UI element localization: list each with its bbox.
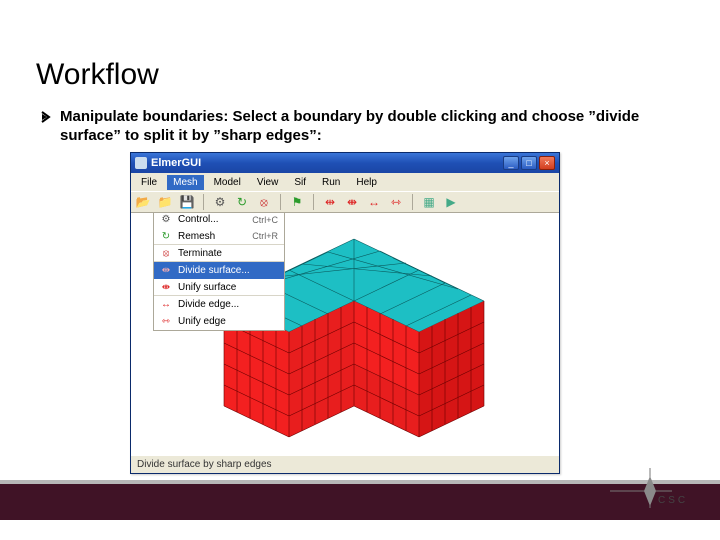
menu-shortcut: Ctrl+C — [252, 215, 278, 225]
save-icon[interactable]: 💾 — [179, 194, 195, 210]
maximize-button[interactable]: □ — [521, 156, 537, 170]
app-icon — [135, 157, 147, 169]
gear-icon: ⚙ — [160, 214, 172, 226]
menu-item-label: Unify edge — [178, 316, 226, 327]
divide-surf-icon[interactable]: ⇹ — [322, 194, 338, 210]
unify-surf-icon[interactable]: ⇼ — [344, 194, 360, 210]
slide-title: Workflow — [36, 58, 159, 92]
unify-icon: ⇿ — [160, 316, 172, 328]
menu-item-label: Divide edge... — [178, 299, 239, 310]
menu-model[interactable]: Model — [208, 175, 247, 190]
menu-item-label: Unify surface — [178, 282, 236, 293]
run-icon[interactable]: ▶ — [443, 194, 459, 210]
csc-logo: CSC — [610, 468, 690, 514]
close-button[interactable]: × — [539, 156, 555, 170]
menu-help[interactable]: Help — [350, 175, 383, 190]
status-text: Divide surface by sharp edges — [137, 459, 272, 470]
toolbar-separator — [313, 194, 314, 210]
doc-icon[interactable]: ▦ — [421, 194, 437, 210]
menubar: File Mesh Model View Sif Run Help — [131, 173, 559, 191]
toolbar-separator — [203, 194, 204, 210]
divide-edge-icon[interactable]: ↔ — [366, 194, 382, 210]
bullet-item: Manipulate boundaries: Select a boundary… — [40, 108, 680, 146]
unify-edge-icon[interactable]: ⇿ — [388, 194, 404, 210]
settings-icon[interactable]: ⚙ — [212, 194, 228, 210]
refresh-icon[interactable]: ↻ — [234, 194, 250, 210]
menu-view[interactable]: View — [251, 175, 285, 190]
csc-text: CSC — [658, 495, 688, 506]
unify-icon: ⇼ — [160, 281, 172, 293]
window-buttons: _ □ × — [503, 156, 555, 170]
menu-item-label: Remesh — [178, 231, 215, 242]
menu-file[interactable]: File — [135, 175, 163, 190]
statusbar: Divide surface by sharp edges — [131, 455, 559, 473]
menu-item-unify-surface[interactable]: ⇼ Unify surface — [154, 279, 284, 296]
stop-icon[interactable]: ⦻ — [256, 194, 272, 210]
divide-icon: ↔ — [160, 299, 172, 311]
viewport-3d[interactable]: ⚙ Control... Ctrl+C ↻ Remesh Ctrl+R ⦻ Te… — [131, 213, 559, 455]
refresh-icon: ↻ — [160, 230, 172, 242]
window-titlebar: ElmerGUI _ □ × — [131, 153, 559, 173]
app-window: ElmerGUI _ □ × File Mesh Model View Sif … — [130, 152, 560, 474]
menu-item-control[interactable]: ⚙ Control... Ctrl+C — [154, 213, 284, 228]
bullet-arrow-icon — [40, 110, 54, 124]
minimize-button[interactable]: _ — [503, 156, 519, 170]
open-icon[interactable]: 📂 — [135, 194, 151, 210]
menu-item-label: Terminate — [178, 248, 222, 259]
toolbar-separator — [280, 194, 281, 210]
stop-icon: ⦻ — [160, 247, 172, 259]
menu-item-label: Control... — [178, 214, 219, 225]
divide-icon: ⇹ — [160, 265, 172, 277]
open2-icon[interactable]: 📁 — [157, 194, 173, 210]
menu-item-label: Divide surface... — [178, 265, 250, 276]
menu-item-remesh[interactable]: ↻ Remesh Ctrl+R — [154, 228, 284, 245]
menu-item-divide-edge[interactable]: ↔ Divide edge... — [154, 296, 284, 313]
menu-sif[interactable]: Sif — [288, 175, 312, 190]
menu-item-terminate[interactable]: ⦻ Terminate — [154, 245, 284, 262]
menu-run[interactable]: Run — [316, 175, 346, 190]
toolbar-separator — [412, 194, 413, 210]
menu-mesh[interactable]: Mesh — [167, 175, 203, 190]
flag-icon[interactable]: ⚑ — [289, 194, 305, 210]
toolbar: 📂 📁 💾 ⚙ ↻ ⦻ ⚑ ⇹ ⇼ ↔ ⇿ ▦ ▶ — [131, 191, 559, 213]
menu-item-unify-edge[interactable]: ⇿ Unify edge — [154, 313, 284, 330]
menu-shortcut: Ctrl+R — [252, 231, 278, 241]
window-title: ElmerGUI — [151, 157, 499, 169]
mesh-menu-dropdown: ⚙ Control... Ctrl+C ↻ Remesh Ctrl+R ⦻ Te… — [153, 213, 285, 331]
menu-item-divide-surface[interactable]: ⇹ Divide surface... — [154, 262, 284, 279]
bullet-text: Manipulate boundaries: Select a boundary… — [60, 108, 680, 146]
